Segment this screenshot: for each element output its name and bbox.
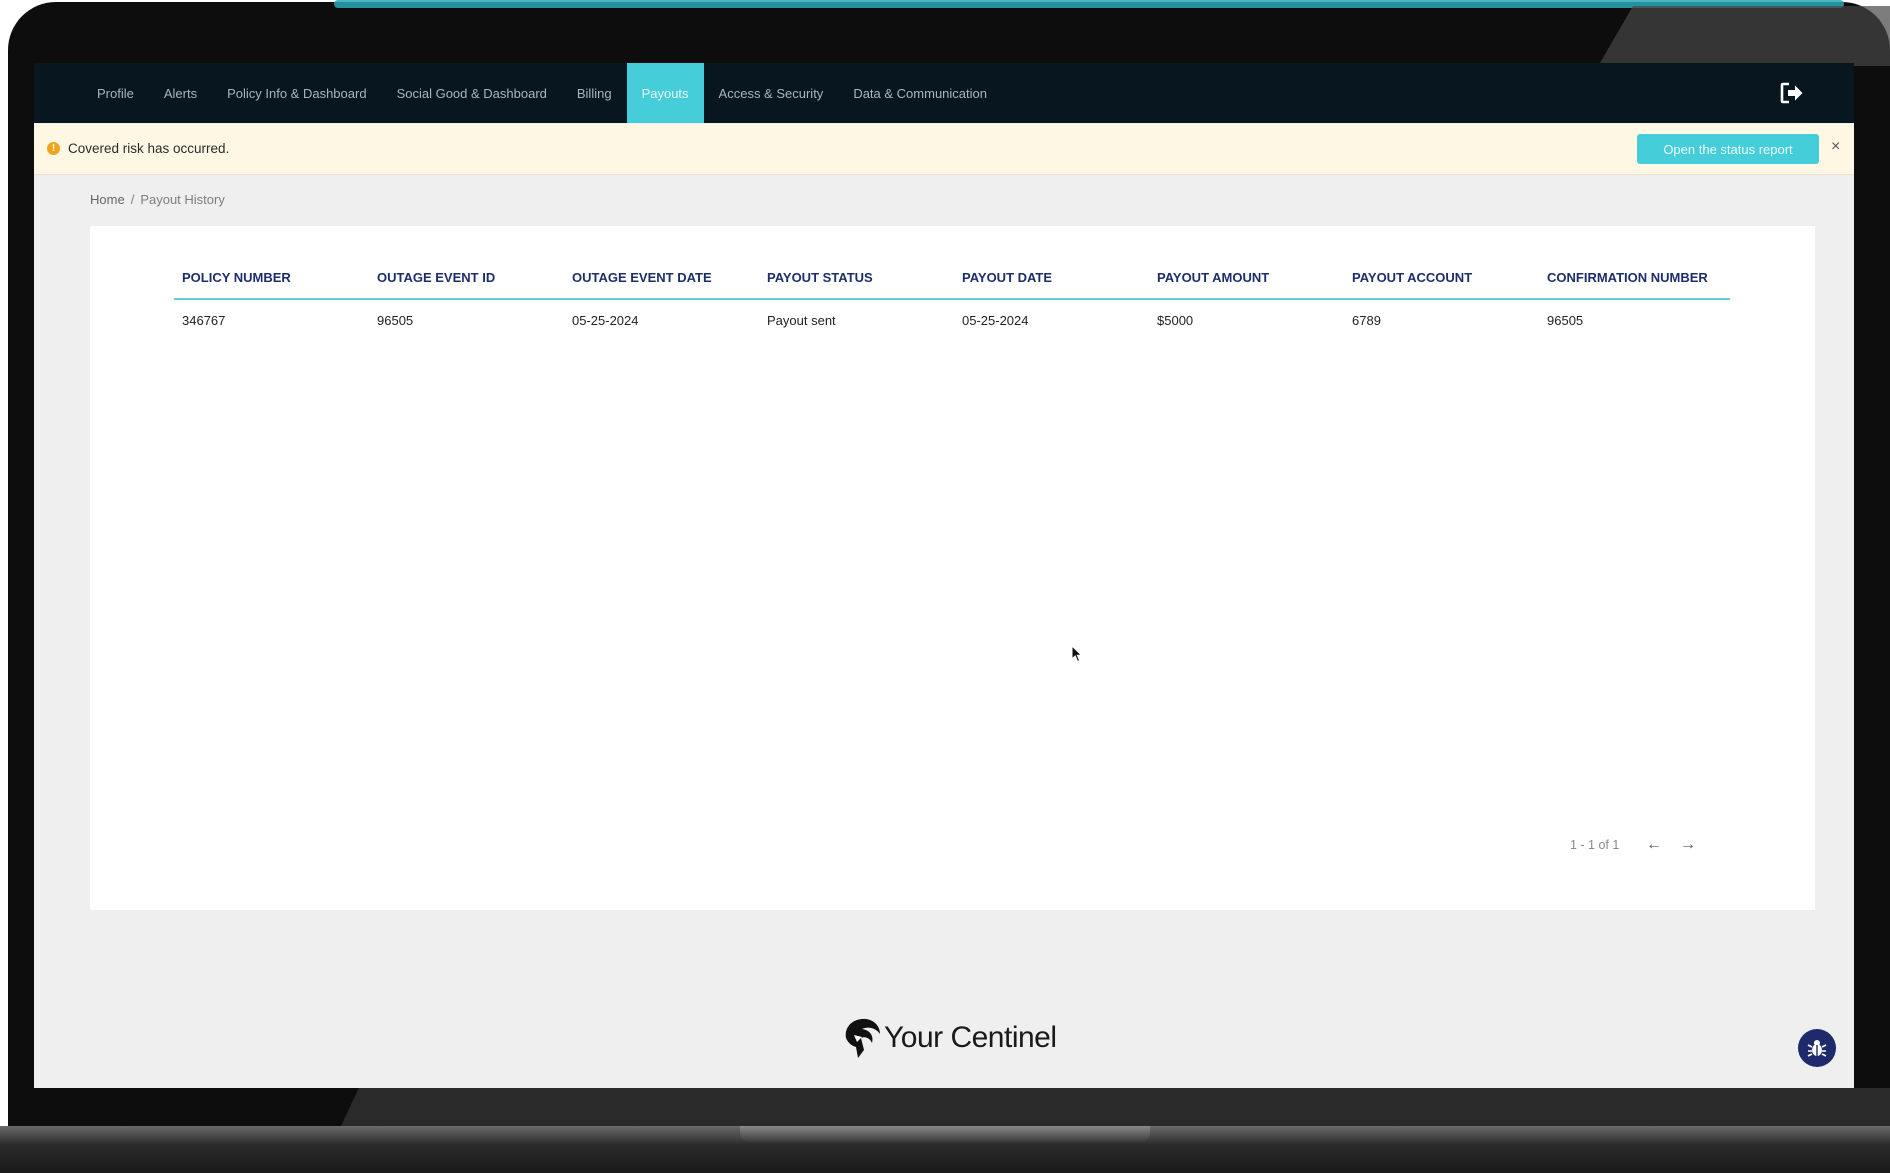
pagination-summary: 1 - 1 of 1	[1570, 838, 1620, 852]
app-screen: Profile Alerts Policy Info & Dashboard S…	[34, 63, 1854, 1088]
column-header-payout-date: PAYOUT DATE	[954, 270, 1149, 300]
lid-glare	[1560, 6, 1890, 66]
column-header-policy-number: POLICY NUMBER	[174, 270, 369, 300]
top-navigation: Profile Alerts Policy Info & Dashboard S…	[34, 63, 1854, 123]
column-header-payout-amount: PAYOUT AMOUNT	[1149, 270, 1344, 300]
nav-item-data-communication[interactable]: Data & Communication	[838, 63, 1002, 123]
nav-item-billing[interactable]: Billing	[562, 63, 627, 123]
column-header-outage-event-id: OUTAGE EVENT ID	[369, 270, 564, 300]
breadcrumb-separator: /	[130, 192, 135, 207]
nav-item-alerts[interactable]: Alerts	[149, 63, 212, 123]
laptop-hinge-shadow	[8, 1088, 403, 1126]
column-header-payout-status: PAYOUT STATUS	[759, 270, 954, 300]
footer-logo: Your Centinel	[840, 1015, 1057, 1061]
breadcrumb: Home / Payout History	[90, 192, 225, 207]
nav-item-profile[interactable]: Profile	[82, 63, 149, 123]
alert-message: Covered risk has occurred.	[68, 141, 230, 156]
nav-item-payouts[interactable]: Payouts	[626, 63, 704, 123]
centinel-helmet-icon	[845, 1018, 880, 1058]
bug-icon	[1807, 1040, 1827, 1057]
payout-history-card: POLICY NUMBER OUTAGE EVENT ID OUTAGE EVE…	[90, 226, 1815, 910]
open-status-report-button[interactable]: Open the status report	[1637, 134, 1819, 164]
nav-item-access-security[interactable]: Access & Security	[704, 63, 839, 123]
footer-brand-name: Your Centinel	[884, 1021, 1057, 1054]
cell-payout-amount: $5000	[1157, 313, 1194, 328]
cell-outage-event-date: 05-25-2024	[572, 313, 639, 328]
column-header-outage-event-date: OUTAGE EVENT DATE	[564, 270, 759, 300]
warning-icon: !	[47, 142, 60, 155]
laptop-notch	[740, 1126, 1150, 1142]
arrow-right-icon[interactable]: →	[1680, 836, 1696, 854]
alert-banner: ! Covered risk has occurred. Open the st…	[34, 124, 1854, 175]
close-icon[interactable]: ×	[1831, 138, 1840, 156]
column-header-confirmation-number: CONFIRMATION NUMBER	[1539, 270, 1730, 300]
cell-policy-number: 346767	[182, 313, 226, 328]
cell-payout-account: 6789	[1352, 313, 1381, 328]
cell-payout-status: Payout sent	[767, 313, 836, 328]
nav-items: Profile Alerts Policy Info & Dashboard S…	[82, 63, 1002, 123]
payout-history-table: POLICY NUMBER OUTAGE EVENT ID OUTAGE EVE…	[174, 270, 1730, 328]
cell-outage-event-id: 96505	[377, 313, 414, 328]
breadcrumb-current: Payout History	[140, 192, 225, 207]
cell-payout-date: 05-25-2024	[962, 313, 1029, 328]
column-header-payout-account: PAYOUT ACCOUNT	[1344, 270, 1539, 300]
nav-item-social-good-dashboard[interactable]: Social Good & Dashboard	[382, 63, 562, 123]
breadcrumb-home-link[interactable]: Home	[90, 192, 125, 207]
logout-icon[interactable]	[1780, 82, 1804, 104]
arrow-left-icon[interactable]: ←	[1646, 836, 1662, 854]
mouse-cursor-icon	[1071, 645, 1083, 663]
bug-report-button[interactable]	[1798, 1029, 1836, 1067]
table-header-row: POLICY NUMBER OUTAGE EVENT ID OUTAGE EVE…	[174, 270, 1730, 300]
nav-item-policy-info-dashboard[interactable]: Policy Info & Dashboard	[212, 63, 381, 123]
table-row: 346767 96505 05-25-2024 Payout sent 05-2…	[174, 299, 1730, 328]
cell-confirmation-number: 96505	[1547, 313, 1584, 328]
